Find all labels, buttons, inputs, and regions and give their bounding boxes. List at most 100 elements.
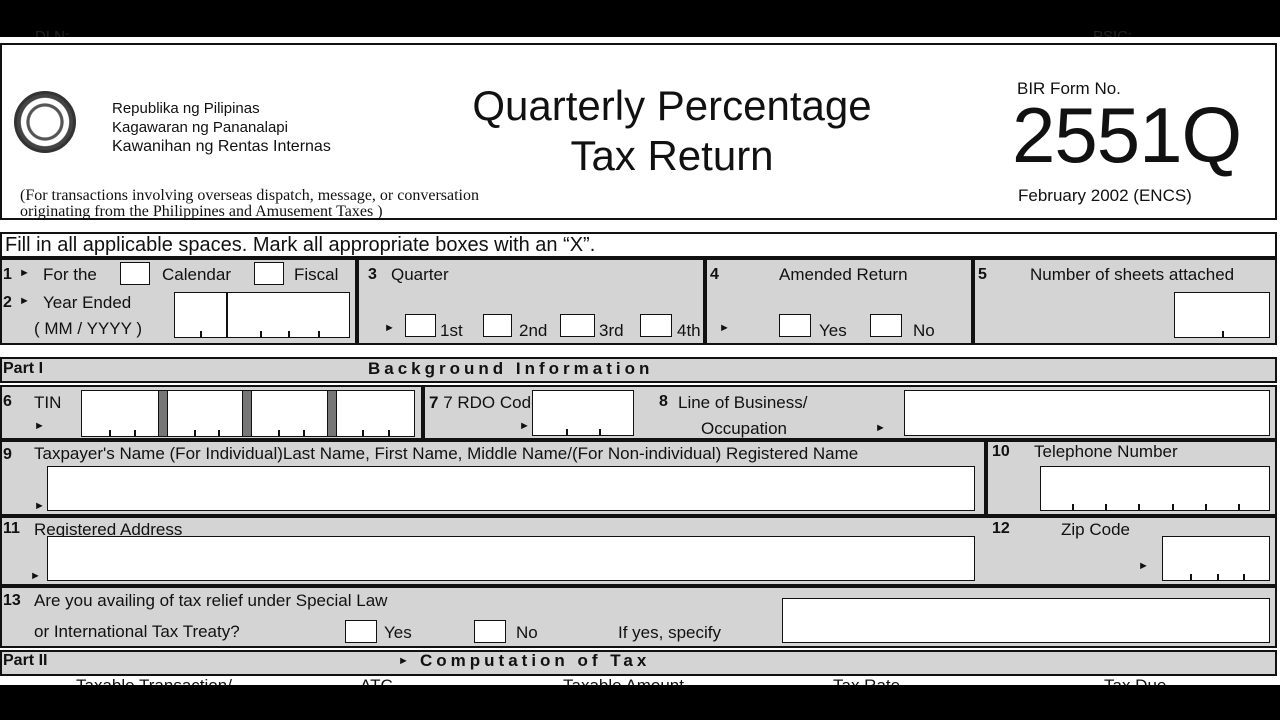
tax-relief-no-checkbox[interactable] <box>474 620 506 643</box>
telephone-field[interactable] <box>1040 466 1270 511</box>
agency-line-3: Kawanihan ng Rentas Internas <box>112 138 331 155</box>
item-9-label: Taxpayer's Name (For Individual)Last Nam… <box>34 444 859 463</box>
arrow-icon: ► <box>398 655 409 667</box>
registered-address-field[interactable] <box>47 536 975 581</box>
item-7-text: 7 RDO Code <box>443 393 541 412</box>
arrow-icon: ► <box>34 500 45 512</box>
item-6-number: 6 <box>3 393 12 410</box>
arrow-icon: ► <box>384 322 395 334</box>
quarter-2nd-label: 2nd <box>519 321 548 340</box>
tax-relief-yes-checkbox[interactable] <box>345 620 377 643</box>
arrow-icon: ► <box>30 570 41 582</box>
sheets-attached-field[interactable] <box>1174 292 1270 338</box>
year-ended-field[interactable] <box>174 292 350 338</box>
tick <box>134 430 136 436</box>
divider <box>703 260 707 344</box>
tick <box>194 430 196 436</box>
quarter-1st-checkbox[interactable] <box>405 314 436 337</box>
item-12-number: 12 <box>992 520 1010 537</box>
item-8-number: 8 <box>659 393 668 410</box>
quarter-3rd-label: 3rd <box>599 321 624 340</box>
tick <box>109 430 111 436</box>
field-separator <box>226 293 228 337</box>
item-13-label-2: or International Tax Treaty? <box>34 622 240 641</box>
tick <box>1222 331 1224 337</box>
agency-block: Republika ng Pilipinas Kagawaran ng Pana… <box>112 99 331 156</box>
calendar-label: Calendar <box>162 265 231 284</box>
column-header-tax-due: Tax Due <box>1104 676 1166 685</box>
arrow-icon: ► <box>1138 560 1149 572</box>
psic-label: PSIC: <box>1093 28 1133 37</box>
tick <box>278 430 280 436</box>
item-3-label: Quarter <box>391 265 449 284</box>
quarter-4th-label: 4th <box>677 321 701 340</box>
item-4-number: 4 <box>710 266 719 283</box>
arrow-icon: ► <box>519 420 530 432</box>
tick <box>1217 574 1219 580</box>
tick <box>218 430 220 436</box>
tax-relief-no-label: No <box>516 623 538 642</box>
tick <box>1243 574 1245 580</box>
item-4-label: Amended Return <box>779 265 908 284</box>
tick <box>362 430 364 436</box>
field-separator <box>242 391 252 436</box>
item-7-label: 7 7 RDO Code <box>429 393 541 412</box>
line-of-business-field[interactable] <box>904 390 1270 436</box>
agency-line-2: Kagawaran ng Pananalapi <box>112 119 288 136</box>
item-5-label: Number of sheets attached <box>1030 265 1235 284</box>
item-8-label-1: Line of Business/ <box>678 393 808 412</box>
note-line-2: originating from the Philippines and Amu… <box>20 203 383 220</box>
tick <box>1105 504 1107 510</box>
item-8-label-2: Occupation <box>701 419 787 438</box>
field-separator <box>158 391 168 436</box>
title-line-1: Quarterly Percentage <box>472 82 872 129</box>
tick <box>260 331 262 337</box>
tin-label: TIN <box>34 393 62 412</box>
instructions: Fill in all applicable spaces. Mark all … <box>0 232 1277 258</box>
form-header: Republika ng Pilipinas Kagawaran ng Pana… <box>0 43 1277 220</box>
form-number: 2551Q <box>1012 91 1242 179</box>
arrow-icon: ► <box>19 295 30 307</box>
tin-field[interactable] <box>81 390 415 437</box>
amended-no-checkbox[interactable] <box>870 314 902 337</box>
form-date: February 2002 (ENCS) <box>1018 186 1192 205</box>
tick <box>1238 504 1240 510</box>
item-13-number: 13 <box>3 592 21 609</box>
item-1-number: 1 <box>3 266 12 283</box>
tick <box>303 430 305 436</box>
column-header-transaction: Taxable Transaction/ <box>76 676 232 685</box>
taxpayer-name-field[interactable] <box>47 466 975 511</box>
zip-code-field[interactable] <box>1162 536 1270 581</box>
item-2-format: ( MM / YYYY ) <box>34 319 143 338</box>
specify-field[interactable] <box>782 598 1270 643</box>
fiscal-checkbox[interactable] <box>254 262 284 285</box>
tick <box>288 331 290 337</box>
quarter-2nd-checkbox[interactable] <box>483 314 512 337</box>
arrow-icon: ► <box>34 420 45 432</box>
divider <box>971 260 975 344</box>
part-1-title: Background Information <box>368 359 654 378</box>
agency-line-1: Republika ng Pilipinas <box>112 100 260 117</box>
amended-yes-label: Yes <box>819 321 847 340</box>
item-10-number: 10 <box>992 443 1010 460</box>
quarter-3rd-checkbox[interactable] <box>560 314 595 337</box>
bottom-black-bar <box>0 685 1280 720</box>
item-13-label-1: Are you availing of tax relief under Spe… <box>34 591 388 610</box>
tick <box>318 331 320 337</box>
item-9-number: 9 <box>3 446 12 463</box>
field-separator <box>327 391 337 436</box>
tick <box>1172 504 1174 510</box>
divider <box>355 260 359 344</box>
part-2-label: Part II <box>3 652 48 669</box>
tax-relief-yes-label: Yes <box>384 623 412 642</box>
amended-yes-checkbox[interactable] <box>779 314 811 337</box>
item-5-number: 5 <box>978 266 987 283</box>
column-headers-row: Taxable Transaction/ ATC Taxable Amount … <box>0 676 1280 685</box>
part-1-label: Part I <box>3 360 44 377</box>
item-3-number: 3 <box>368 266 377 283</box>
quarter-4th-checkbox[interactable] <box>640 314 672 337</box>
item-12-label: Zip Code <box>1061 520 1130 539</box>
rdo-code-field[interactable] <box>532 390 634 436</box>
tick <box>1072 504 1074 510</box>
calendar-checkbox[interactable] <box>120 262 150 285</box>
